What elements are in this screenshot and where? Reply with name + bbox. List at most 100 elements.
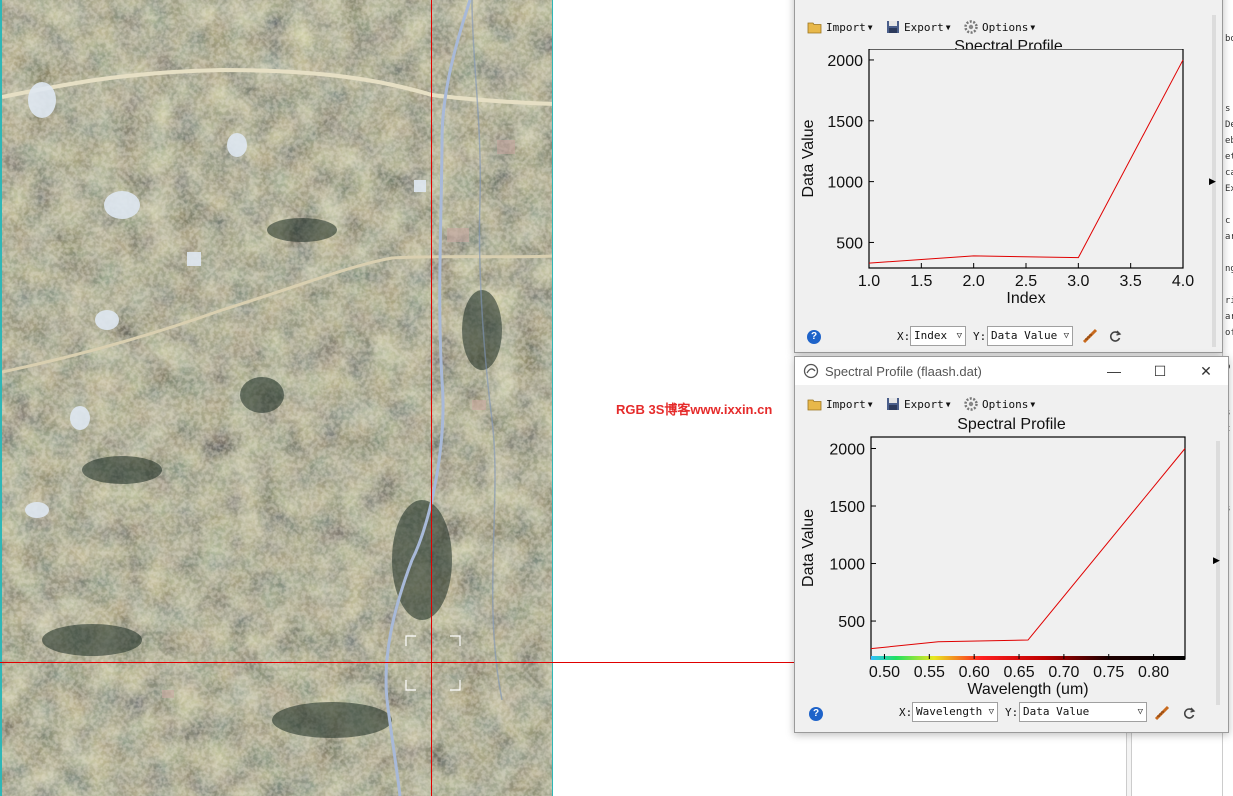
export-menu[interactable]: Export ▼ — [885, 17, 951, 37]
x-tick-label: 0.75 — [1093, 664, 1124, 681]
chevron-down-icon: ▼ — [945, 22, 951, 32]
x-axis-selector-label: X: — [899, 706, 913, 719]
x-tick-label: 0.55 — [914, 664, 945, 681]
screen: RGB 3S博客www.ixxin.cn bo s De eb et ca Ex… — [0, 0, 1233, 796]
expand-arrow-icon[interactable]: ▶ — [1213, 555, 1220, 566]
x-axis-select-value: Wavelength — [916, 705, 983, 718]
panel-text-fragment: ca — [1225, 168, 1233, 178]
x-tick-label: 0.80 — [1138, 664, 1169, 681]
help-icon[interactable]: ? — [809, 707, 823, 721]
folder-icon — [807, 22, 822, 34]
save-icon — [887, 21, 899, 33]
help-icon[interactable]: ? — [807, 330, 821, 344]
window-side-scrollbar[interactable] — [1216, 441, 1220, 705]
gear-icon — [964, 397, 978, 411]
panel-text-fragment: eb — [1225, 136, 1233, 146]
x-tick-label: 0.70 — [1048, 664, 1079, 681]
options-menu[interactable]: Options ▼ — [963, 394, 1035, 414]
refresh-icon[interactable] — [1108, 329, 1122, 343]
panel-text-fragment: Ex — [1225, 184, 1233, 194]
options-label: Options — [982, 20, 1029, 34]
satellite-image[interactable] — [2, 0, 553, 796]
x-axis-select[interactable]: Wavelength ▽ — [912, 702, 998, 722]
y-tick-label: 1500 — [829, 499, 865, 516]
y-tick-label: 500 — [836, 235, 863, 252]
panel-text-fragment: ar — [1225, 312, 1233, 322]
y-axis-label: Data Value — [800, 509, 817, 587]
background-scrollbar[interactable] — [1126, 733, 1132, 796]
y-axis-select[interactable]: Data Value ▽ — [987, 326, 1073, 346]
options-label: Options — [982, 397, 1029, 411]
x-tick-label: 3.0 — [1067, 273, 1089, 290]
panel-text-fragment: ar — [1225, 232, 1233, 242]
import-label: Import — [826, 397, 866, 411]
y-tick-label: 1500 — [827, 114, 863, 131]
x-tick-label: 2.0 — [963, 273, 985, 290]
x-axis-select[interactable]: Index ▽ — [910, 326, 966, 346]
y-tick-label: 1000 — [829, 557, 865, 574]
y-tick-label: 500 — [838, 614, 865, 631]
y-axis-selector-label: Y: — [973, 330, 987, 343]
refresh-icon[interactable] — [1182, 706, 1196, 720]
x-tick-label: 0.50 — [869, 664, 900, 681]
panel-text-fragment: bo — [1225, 34, 1233, 44]
x-tick-label: 1.0 — [858, 273, 880, 290]
x-axis-select-value: Index — [914, 329, 948, 342]
plot-area — [868, 49, 1184, 269]
x-axis-label: Index — [1006, 290, 1045, 307]
x-axis-label: Wavelength (um) — [967, 681, 1088, 698]
close-button[interactable]: ✕ — [1191, 359, 1221, 383]
x-tick-label: 0.65 — [1003, 664, 1034, 681]
axis-selector-bar: ? X: Index ▽ Y: Data Value ▽ — [795, 326, 1222, 348]
crosshair-vertical-line — [431, 0, 432, 796]
line-style-icon[interactable] — [1082, 328, 1098, 344]
import-menu[interactable]: Import ▼ — [807, 394, 873, 414]
export-label: Export — [904, 20, 944, 34]
line-style-icon[interactable] — [1154, 705, 1170, 721]
y-axis-selector-label: Y: — [1005, 706, 1019, 719]
folder-icon — [807, 399, 822, 411]
save-icon — [887, 398, 899, 410]
crosshair-horizontal-line — [0, 662, 796, 663]
chevron-down-icon: ▼ — [1030, 399, 1036, 409]
export-menu[interactable]: Export ▼ — [885, 394, 951, 414]
chevron-down-icon: ▼ — [1030, 22, 1036, 32]
maximize-button[interactable]: ☐ — [1145, 359, 1175, 383]
panel-text-fragment: of — [1225, 328, 1233, 338]
x-tick-label: 4.0 — [1172, 273, 1194, 290]
chevron-down-icon: ▼ — [867, 22, 873, 32]
panel-text-fragment: ng — [1225, 264, 1233, 274]
x-tick-label: 1.5 — [910, 273, 932, 290]
spectral-profile-window-wavelength[interactable]: Spectral Profile (flaash.dat) — ☐ ✕ Impo… — [794, 356, 1229, 733]
minimize-button[interactable]: — — [1099, 359, 1129, 383]
x-tick-label: 0.60 — [959, 664, 990, 681]
chevron-down-icon: ▼ — [867, 399, 873, 409]
axis-selector-bar: ? X: Wavelength ▽ Y: Data Value ▽ — [795, 702, 1228, 724]
wavelength-color-bar — [871, 656, 1185, 660]
spectral-plot[interactable]: 500 1000 1500 2000 0.50 0.55 0.60 0.65 0.70 0.75 0… — [795, 427, 1219, 705]
chevron-down-icon: ▽ — [1063, 331, 1069, 341]
expand-arrow-icon[interactable]: ▶ — [1209, 176, 1216, 187]
plot-area — [870, 436, 1186, 660]
import-menu[interactable]: Import ▼ — [807, 17, 873, 37]
x-tick-label: 2.5 — [1015, 273, 1037, 290]
spectral-plot[interactable]: 500 1000 1500 2000 1.0 1.5 2.0 2.5 3.0 3.5 4.0 Inde… — [795, 49, 1215, 329]
panel-text-fragment: et — [1225, 152, 1233, 162]
watermark: RGB 3S博客www.ixxin.cn — [616, 402, 773, 417]
panel-text-fragment: ri — [1225, 296, 1233, 306]
y-axis-select[interactable]: Data Value ▽ — [1019, 702, 1147, 722]
y-tick-label: 2000 — [827, 53, 863, 70]
y-axis-select-value: Data Value — [991, 329, 1058, 342]
chevron-down-icon: ▽ — [956, 331, 962, 341]
title-bar[interactable]: Spectral Profile (flaash.dat) — ☐ ✕ — [795, 357, 1228, 385]
image-view[interactable] — [0, 0, 553, 796]
spectral-profile-window-index[interactable]: Import ▼ Export ▼ Options ▼ Spectral Profil… — [794, 0, 1223, 353]
options-menu[interactable]: Options ▼ — [963, 17, 1035, 37]
y-tick-label: 1000 — [827, 175, 863, 192]
panel-text-fragment: c — [1225, 216, 1231, 226]
y-axis-label: Data Value — [800, 119, 817, 197]
import-label: Import — [826, 20, 866, 34]
export-label: Export — [904, 397, 944, 411]
x-axis-selector-label: X: — [897, 330, 911, 343]
chevron-down-icon: ▽ — [988, 707, 994, 717]
